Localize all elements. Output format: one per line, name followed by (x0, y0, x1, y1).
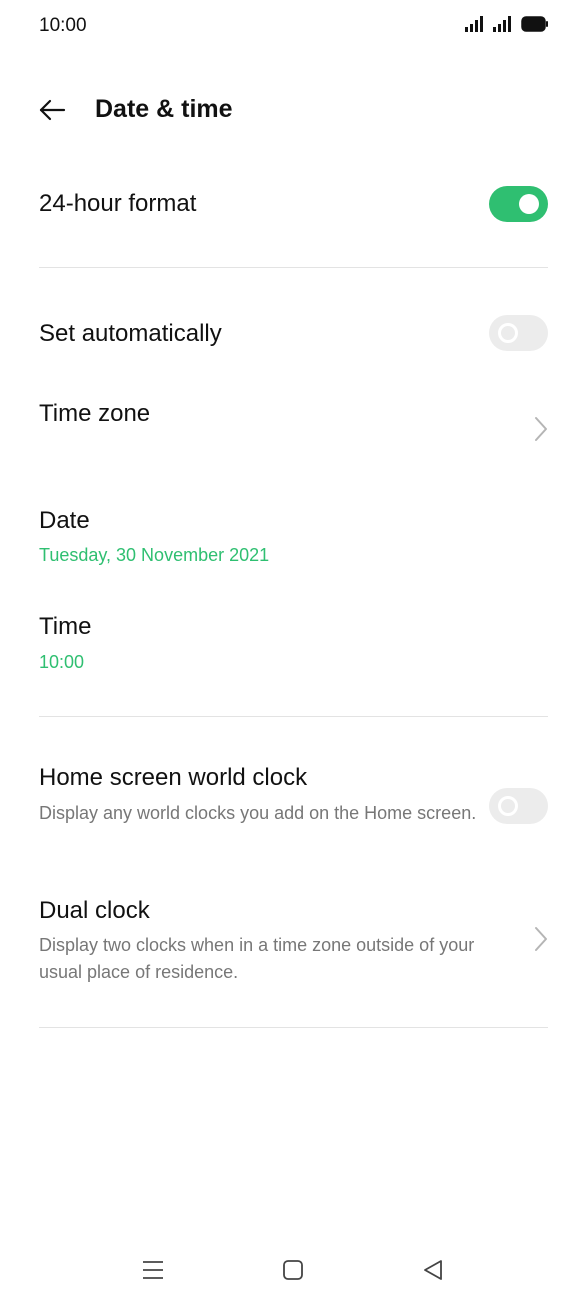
24-hour-format-toggle[interactable] (489, 186, 548, 222)
home-button[interactable] (271, 1254, 315, 1286)
world-clock-toggle[interactable] (489, 788, 548, 824)
back-button[interactable] (32, 92, 72, 128)
divider (39, 1027, 548, 1028)
setting-label: Date (39, 507, 90, 534)
setting-label: Set automatically (39, 320, 222, 347)
setting-label: Dual clock (39, 897, 150, 924)
status-time: 10:00 (39, 15, 87, 36)
setting-label: 24-hour format (39, 190, 197, 217)
signal-icon (465, 16, 483, 32)
set-automatically-toggle[interactable] (489, 315, 548, 351)
setting-description: Display any world clocks you add on the … (39, 803, 477, 823)
setting-set-automatically[interactable]: Set automatically (0, 300, 587, 370)
battery-icon (521, 16, 548, 32)
back-triangle-icon (424, 1260, 442, 1280)
setting-time[interactable]: Time 10:00 (0, 602, 587, 692)
divider (39, 267, 548, 268)
app-bar: Date & time (0, 80, 587, 140)
signal-icon (493, 16, 511, 32)
arrow-left-icon (39, 99, 66, 121)
setting-dual-clock[interactable]: Dual clock Display two clocks when in a … (0, 885, 587, 995)
navigation-bar (0, 1240, 587, 1300)
setting-description: Display two clocks when in a time zone o… (39, 935, 475, 982)
status-bar: 10:00 (0, 0, 587, 56)
setting-time-zone[interactable]: Time zone (0, 385, 587, 475)
home-icon (283, 1260, 303, 1280)
toggle-knob (498, 323, 518, 343)
setting-date[interactable]: Date Tuesday, 30 November 2021 (0, 495, 587, 585)
page-title: Date & time (95, 95, 233, 123)
chevron-right-icon (535, 417, 547, 441)
date-value: Tuesday, 30 November 2021 (39, 545, 270, 565)
divider (39, 716, 548, 717)
setting-label: Time (39, 613, 92, 640)
date-time-settings-screen: 10:00 Date & time 24-hour format Set aut… (0, 0, 587, 1306)
toggle-knob (498, 796, 518, 816)
recent-apps-button[interactable] (131, 1254, 175, 1286)
menu-icon (143, 1261, 163, 1279)
back-nav-button[interactable] (411, 1254, 455, 1286)
setting-label: Time zone (39, 400, 151, 427)
toggle-knob (519, 194, 539, 214)
setting-home-screen-world-clock[interactable]: Home screen world clock Display any worl… (0, 750, 587, 860)
status-icons (465, 16, 549, 32)
chevron-right-icon (535, 927, 547, 951)
time-value: 10:00 (39, 652, 85, 672)
setting-label: Home screen world clock (39, 764, 308, 791)
setting-24-hour-format[interactable]: 24-hour format (0, 170, 587, 240)
